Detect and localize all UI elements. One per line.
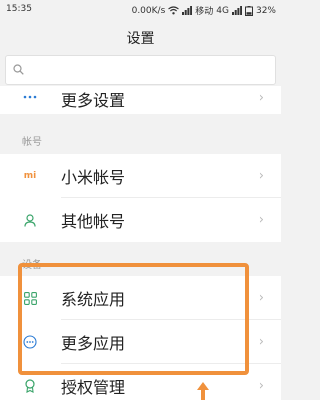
row-label: 小米帐号	[61, 168, 126, 187]
search-box[interactable]	[5, 55, 276, 85]
status-time: 15:35	[6, 4, 32, 14]
battery-icon	[244, 5, 253, 16]
chevron-right-icon: ›	[258, 168, 264, 184]
chevron-right-icon: ›	[258, 290, 264, 306]
settings-group-accounts: mi 小米帐号 › 其他帐号 ›	[0, 154, 281, 242]
badge-icon	[22, 378, 38, 394]
row-mi-account[interactable]: mi 小米帐号 ›	[0, 154, 281, 198]
network-type: 4G	[216, 5, 229, 16]
mi-logo-icon: mi	[23, 171, 37, 181]
status-indicators: 0.00K/s 移动 4G 32%	[132, 4, 276, 17]
row-more-settings[interactable]: 更多设置 ›	[0, 86, 281, 114]
search-icon	[13, 64, 24, 75]
carrier-name: 移动	[195, 7, 214, 17]
page-title: 设置	[126, 31, 155, 47]
signal-icon-2	[231, 6, 242, 15]
annotation-highlight-box	[18, 263, 249, 375]
settings-group-general: 更多设置 ›	[0, 86, 281, 114]
row-label: 授权管理	[61, 378, 126, 397]
annotation-arrow-icon	[197, 382, 209, 400]
chevron-right-icon: ›	[258, 334, 264, 350]
signal-icon	[182, 6, 193, 15]
row-label: 其他帐号	[61, 212, 126, 231]
row-other-accounts[interactable]: 其他帐号 ›	[0, 198, 281, 242]
section-header-accounts: 帐号	[22, 137, 42, 148]
title-bar: 设置	[0, 20, 281, 56]
status-bar: 15:35 0.00K/s 移动 4G 32%	[0, 0, 281, 20]
row-label: 更多设置	[61, 91, 126, 110]
chevron-right-icon: ›	[258, 212, 264, 228]
network-speed: 0.00K/s	[131, 5, 166, 16]
search-input[interactable]	[32, 61, 271, 81]
more-dots-icon	[22, 89, 38, 105]
user-icon	[22, 212, 38, 228]
chevron-right-icon: ›	[258, 378, 264, 394]
wifi-icon	[168, 6, 180, 15]
chevron-right-icon: ›	[258, 90, 264, 106]
battery-level: 32%	[255, 5, 276, 16]
